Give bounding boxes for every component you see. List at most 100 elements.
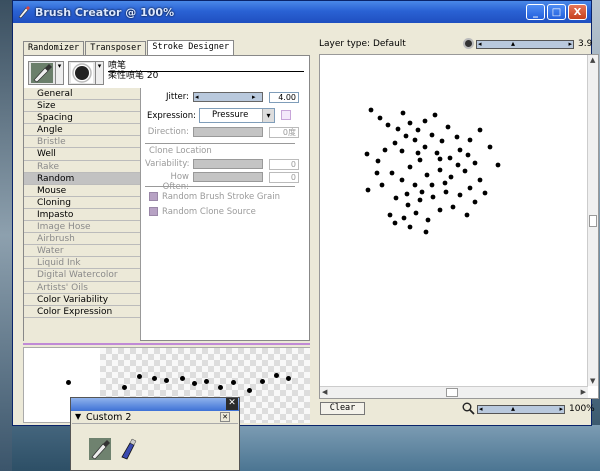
direction-label: Direction: <box>147 127 189 137</box>
layer-type: Layer type: Default <box>319 39 406 49</box>
slider-thumb[interactable]: ◂ <box>478 40 482 48</box>
palette-titlebar[interactable]: ✕ <box>71 398 239 411</box>
category-airbrush: Airbrush <box>24 233 140 246</box>
collapse-triangle-icon[interactable]: ▼ <box>75 412 81 421</box>
slider-end: ▸ <box>252 93 256 101</box>
stroke-designer-panel: Randomizer Transposer Stroke Designer ▾ <box>23 40 310 356</box>
variant-dropdown-arrow[interactable]: ▾ <box>96 61 104 85</box>
random-grain-checkbox[interactable] <box>149 192 158 201</box>
category-bristle: Bristle <box>24 136 140 149</box>
category-color-expression[interactable]: Color Expression <box>24 305 140 318</box>
category-mouse[interactable]: Mouse <box>24 184 140 197</box>
category-angle[interactable]: Angle <box>24 124 140 137</box>
scroll-down-arrow[interactable]: ▼ <box>590 377 595 385</box>
jitter-value[interactable]: 4.00 <box>269 92 299 103</box>
tab-randomizer[interactable]: Randomizer <box>23 41 85 55</box>
category-digital-watercolor: Digital Watercolor <box>24 269 140 282</box>
slider-thumb[interactable]: ◂ <box>195 93 203 101</box>
category-color-variability[interactable]: Color Variability <box>24 293 140 306</box>
clear-button[interactable]: Clear <box>320 402 365 415</box>
brush-creator-window: Brush Creator @ 100% _ □ X Randomizer Tr… <box>12 0 599 426</box>
category-cloning[interactable]: Cloning <box>24 196 140 209</box>
category-artists-oils: Artists' Oils <box>24 281 140 294</box>
zoom-value: 100% <box>569 404 595 414</box>
chevron-down-icon[interactable]: ▾ <box>262 109 274 122</box>
preview-canvas[interactable]: ▲ ▼ ◀ ▶ <box>319 54 599 399</box>
brush-size-slider[interactable]: ◂ ▴ ▸ <box>476 39 574 49</box>
random-clone-label: Random Clone Source <box>162 207 256 217</box>
expression-label: Expression: <box>146 111 196 121</box>
dab-preview-icon <box>71 63 93 83</box>
horizontal-scrollbar[interactable]: ◀ ▶ <box>320 386 588 398</box>
invert-toggle[interactable] <box>281 110 291 120</box>
category-name: 喷笔 <box>108 61 127 71</box>
custom-palette: ✕ ▼ Custom 2 ✕ <box>70 397 240 471</box>
vertical-scroll-thumb[interactable] <box>589 215 597 227</box>
variability-label: Variability: <box>145 159 190 169</box>
tab-bar: Randomizer Transposer Stroke Designer <box>23 40 235 55</box>
dab-preview <box>66 380 71 385</box>
category-size[interactable]: Size <box>24 100 140 113</box>
category-spacing[interactable]: Spacing <box>24 112 140 125</box>
horizontal-scroll-thumb[interactable] <box>446 388 458 397</box>
category-list: General Size Spacing Angle Bristle Well … <box>24 88 141 356</box>
slider-marker: ▴ <box>511 39 516 48</box>
tab-transposer[interactable]: Transposer <box>85 41 147 55</box>
palette-name: Custom 2 <box>86 412 132 423</box>
section-divider <box>145 186 295 187</box>
tab-content: ▾ ▾ 喷笔 柔性喷笔 20 General Size Spacing Angl… <box>23 55 310 356</box>
category-water: Water <box>24 245 140 258</box>
clone-location-heading: Clone Location <box>149 146 212 156</box>
scroll-up-arrow[interactable]: ▲ <box>590 56 595 64</box>
category-well[interactable]: Well <box>24 148 140 161</box>
category-general[interactable]: General <box>24 88 140 101</box>
brush-size-value: 3.9 <box>578 39 593 49</box>
random-clone-checkbox[interactable] <box>149 207 158 216</box>
palette-close-button[interactable]: ✕ <box>220 412 230 422</box>
window-title: Brush Creator @ 100% <box>35 5 175 19</box>
zoom-icon <box>462 402 475 415</box>
how-often-value: 0 <box>269 172 299 183</box>
brush-variant-button[interactable] <box>68 61 96 85</box>
category-liquid-ink: Liquid Ink <box>24 257 140 270</box>
category-image-hose: Image Hose <box>24 221 140 234</box>
brush-selector: ▾ ▾ <box>28 60 104 86</box>
expression-select[interactable]: Pressure ▾ <box>199 108 275 123</box>
expression-value: Pressure <box>212 110 249 120</box>
close-icon[interactable]: ✕ <box>226 398 238 410</box>
slider-thumb[interactable]: ◂ <box>479 405 483 413</box>
category-random[interactable]: Random <box>24 172 140 185</box>
airbrush-icon[interactable] <box>117 438 139 460</box>
title-bar[interactable]: Brush Creator @ 100% _ □ X <box>13 1 591 23</box>
variability-value: 0 <box>269 159 299 170</box>
minimize-button[interactable]: _ <box>526 4 545 20</box>
variant-name: 柔性喷笔 20 <box>108 71 159 81</box>
variability-slider <box>193 159 263 169</box>
brush-category-button[interactable] <box>28 61 56 85</box>
close-button[interactable]: X <box>568 4 587 20</box>
scratch-pad[interactable] <box>320 55 588 386</box>
how-often-slider <box>193 172 263 182</box>
scroll-right-arrow[interactable]: ▶ <box>581 388 586 396</box>
jitter-slider[interactable]: ◂ ▸ <box>193 92 263 102</box>
random-grain-label: Random Brush Stroke Grain <box>162 192 280 202</box>
app-icon <box>18 6 30 19</box>
category-dropdown-arrow[interactable]: ▾ <box>56 61 64 85</box>
tab-stroke-designer[interactable]: Stroke Designer <box>147 40 235 55</box>
preview-divider <box>23 343 310 345</box>
divider <box>108 71 304 72</box>
direction-value: 0度 <box>269 127 299 138</box>
scroll-left-arrow[interactable]: ◀ <box>322 388 327 396</box>
size-icon <box>463 38 474 49</box>
maximize-button[interactable]: □ <box>547 4 566 20</box>
category-impasto[interactable]: Impasto <box>24 208 140 222</box>
zoom-slider[interactable]: ◂ ▴ ▸ <box>477 404 565 414</box>
direction-slider <box>193 127 263 137</box>
random-properties: Jitter: ◂ ▸ 4.00 Expression: Pressure ▾ … <box>145 90 305 340</box>
jitter-label: Jitter: <box>166 92 189 102</box>
vertical-scrollbar[interactable]: ▲ ▼ <box>587 55 598 386</box>
brush-tool-icon[interactable] <box>89 438 111 460</box>
palette-header: ▼ Custom 2 ✕ <box>72 411 238 424</box>
category-rake: Rake <box>24 160 140 173</box>
section-divider <box>145 143 295 144</box>
